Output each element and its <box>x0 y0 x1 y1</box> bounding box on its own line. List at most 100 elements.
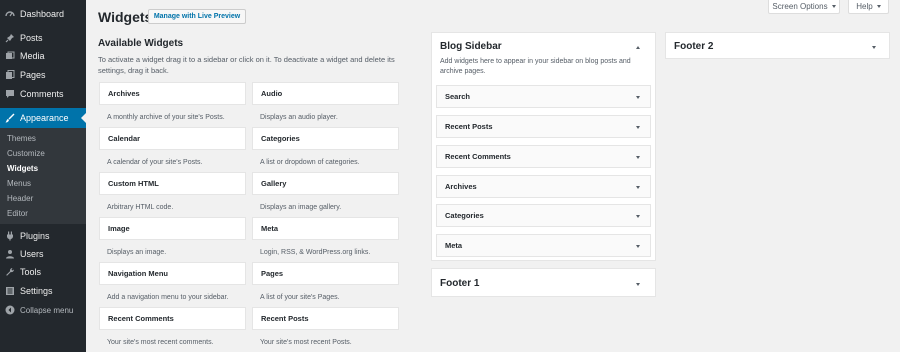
manage-live-preview-button[interactable]: Manage with Live Preview <box>148 9 246 24</box>
widget-recent-posts[interactable]: Recent Posts <box>252 307 399 330</box>
widget-gallery[interactable]: Gallery <box>252 172 399 195</box>
settings-icon <box>5 286 15 296</box>
chevron-down-icon <box>872 45 876 49</box>
widget-description: Displays an image gallery. <box>260 204 342 211</box>
menu-item-label: Users <box>20 249 44 259</box>
widget-description: Add a navigation menu to your sidebar. <box>107 294 229 301</box>
widget-audio[interactable]: Audio <box>252 82 399 105</box>
widget-description: A monthly archive of your site's Posts. <box>107 114 225 121</box>
sidebar-widget-label: Meta <box>445 241 463 250</box>
brush-icon <box>5 113 15 123</box>
chevron-down-icon <box>636 156 640 159</box>
menu-item-label: Collapse menu <box>20 305 74 315</box>
menu-item-dashboard[interactable]: Dashboard <box>0 4 86 24</box>
collapse-menu-button[interactable]: Collapse menu <box>0 300 86 320</box>
collapse-toggle-button[interactable] <box>633 42 643 52</box>
submenu-editor[interactable]: Editor <box>7 209 28 219</box>
chevron-down-icon <box>636 126 640 129</box>
menu-item-media[interactable]: Media <box>0 46 86 66</box>
chevron-down-icon <box>636 215 640 218</box>
footer-1-title: Footer 1 <box>440 278 480 289</box>
sidebar-widget-label: Recent Posts <box>445 122 493 131</box>
widget-description: Displays an image. <box>107 249 167 256</box>
wrench-icon <box>5 267 15 277</box>
submenu-themes[interactable]: Themes <box>7 134 36 144</box>
widget-description: Your site's most recent Posts. <box>260 339 352 346</box>
widget-calendar[interactable]: Calendar <box>99 127 246 150</box>
menu-item-tools[interactable]: Tools <box>0 262 86 282</box>
blog-sidebar-title: Blog Sidebar <box>440 41 502 52</box>
submenu-customize[interactable]: Customize <box>7 149 45 159</box>
screen-options-button[interactable]: Screen Options <box>768 0 840 14</box>
footer-1-panel[interactable]: Footer 1 <box>431 268 656 297</box>
admin-sidebar: Dashboard Posts Media Pages Comments App… <box>0 0 86 352</box>
submenu-header[interactable]: Header <box>7 194 33 204</box>
menu-item-label: Dashboard <box>20 9 65 19</box>
footer-2-title: Footer 2 <box>674 41 714 52</box>
widget-description: A list or dropdown of categories. <box>260 159 360 166</box>
menu-item-settings[interactable]: Settings <box>0 281 86 301</box>
menu-item-label: Plugins <box>20 231 50 241</box>
menu-item-label: Settings <box>20 286 53 296</box>
expand-toggle-button[interactable] <box>869 42 879 52</box>
menu-item-appearance[interactable]: Appearance <box>0 108 86 128</box>
widget-image[interactable]: Image <box>99 217 246 240</box>
menu-item-users[interactable]: Users <box>0 244 86 264</box>
menu-item-label: Posts <box>20 33 43 43</box>
available-widgets-heading: Available Widgets <box>98 38 184 49</box>
pages-icon <box>5 70 15 80</box>
widget-description: Arbitrary HTML code. <box>107 204 174 211</box>
caret-down-icon <box>876 5 881 8</box>
expand-toggle-button[interactable] <box>633 279 643 289</box>
menu-item-plugins[interactable]: Plugins <box>0 226 86 246</box>
media-icon <box>5 51 15 61</box>
sidebar-widget-categories[interactable]: Categories <box>436 204 651 227</box>
sidebar-widget-recent-comments[interactable]: Recent Comments <box>436 145 651 168</box>
menu-item-comments[interactable]: Comments <box>0 84 86 104</box>
widget-recent-comments[interactable]: Recent Comments <box>99 307 246 330</box>
screen-options-label: Screen Options <box>772 2 828 11</box>
menu-item-label: Tools <box>20 267 42 277</box>
menu-item-posts[interactable]: Posts <box>0 28 86 48</box>
collapse-icon <box>5 305 15 315</box>
submenu-menus[interactable]: Menus <box>7 179 31 189</box>
menu-item-label: Pages <box>20 70 46 80</box>
chevron-up-icon <box>636 45 640 49</box>
dashboard-icon <box>5 9 15 19</box>
menu-item-label: Comments <box>20 89 64 99</box>
widget-pages[interactable]: Pages <box>252 262 399 285</box>
footer-2-panel[interactable]: Footer 2 <box>665 32 890 59</box>
widget-custom-html[interactable]: Custom HTML <box>99 172 246 195</box>
widget-meta[interactable]: Meta <box>252 217 399 240</box>
widget-description: Login, RSS, & WordPress.org links. <box>260 249 371 256</box>
help-button[interactable]: Help <box>848 0 889 14</box>
sidebar-widget-meta[interactable]: Meta <box>436 234 651 257</box>
sidebar-widget-archives[interactable]: Archives <box>436 175 651 198</box>
chevron-down-icon <box>636 282 640 286</box>
sidebar-widget-label: Recent Comments <box>445 152 511 161</box>
widget-description: Your site's most recent comments. <box>107 339 214 346</box>
caret-down-icon <box>831 5 836 8</box>
menu-item-label: Media <box>20 51 45 61</box>
widget-description: Displays an audio player. <box>260 114 338 121</box>
pin-icon <box>5 33 15 43</box>
sidebar-widget-label: Categories <box>445 211 484 220</box>
menu-item-pages[interactable]: Pages <box>0 65 86 85</box>
widget-navigation-menu[interactable]: Navigation Menu <box>99 262 246 285</box>
sidebar-widget-recent-posts[interactable]: Recent Posts <box>436 115 651 138</box>
sidebar-widget-search[interactable]: Search <box>436 85 651 108</box>
blog-sidebar-panel: Blog Sidebar Add widgets here to appear … <box>431 32 656 261</box>
widget-archives[interactable]: Archives <box>99 82 246 105</box>
comment-icon <box>5 89 15 99</box>
blog-sidebar-description: Add widgets here to appear in your sideb… <box>440 58 631 75</box>
appearance-submenu: Themes Customize Widgets Menus Header Ed… <box>0 128 86 224</box>
sidebar-widget-label: Archives <box>445 182 477 191</box>
widget-categories[interactable]: Categories <box>252 127 399 150</box>
chevron-down-icon <box>636 245 640 248</box>
chevron-down-icon <box>636 96 640 99</box>
widget-description: A calendar of your site's Posts. <box>107 159 203 166</box>
widget-description: A list of your site's Pages. <box>260 294 340 301</box>
help-label: Help <box>856 2 873 11</box>
submenu-widgets[interactable]: Widgets <box>7 164 38 174</box>
users-icon <box>5 249 15 259</box>
